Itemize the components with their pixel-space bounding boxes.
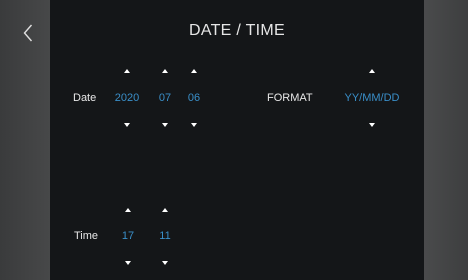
year-down-arrow[interactable] (121, 120, 133, 130)
hour-up-arrow[interactable] (122, 205, 134, 215)
right-side-bar (424, 0, 468, 280)
format-up-arrow[interactable] (366, 66, 378, 76)
chevron-left-icon (23, 24, 33, 42)
month-down-arrow[interactable] (159, 120, 171, 130)
format-value[interactable]: YY/MM/DD (337, 92, 407, 104)
date-label: Date (73, 92, 97, 104)
day-value[interactable]: 06 (182, 92, 206, 104)
minute-up-arrow[interactable] (159, 205, 171, 215)
date-time-panel (50, 0, 424, 280)
page-title: DATE / TIME (188, 22, 286, 39)
day-up-arrow[interactable] (188, 66, 200, 76)
time-label: Time (74, 230, 99, 242)
month-up-arrow[interactable] (159, 66, 171, 76)
format-down-arrow[interactable] (366, 120, 378, 130)
back-button[interactable] (18, 20, 38, 46)
hour-value[interactable]: 17 (116, 230, 140, 242)
minute-value[interactable]: 11 (153, 230, 177, 242)
day-down-arrow[interactable] (188, 120, 200, 130)
minute-down-arrow[interactable] (159, 258, 171, 268)
hour-down-arrow[interactable] (122, 258, 134, 268)
format-label: FORMAT (267, 92, 313, 104)
year-up-arrow[interactable] (121, 66, 133, 76)
year-value[interactable]: 2020 (110, 92, 144, 104)
month-value[interactable]: 07 (153, 92, 177, 104)
